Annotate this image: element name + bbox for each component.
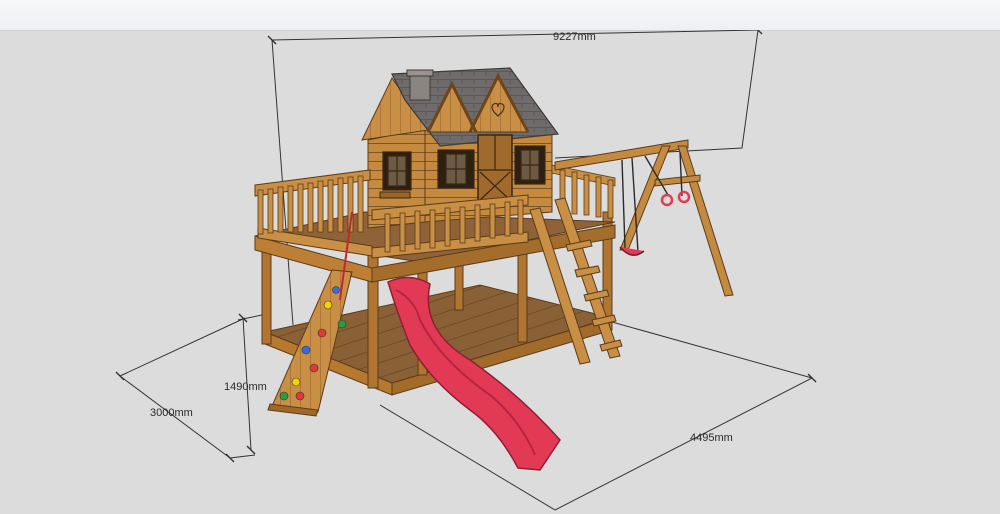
dimension-label-length: 4495mm (690, 432, 733, 444)
sketchup-viewport[interactable]: 9227mm 1490mm 3000mm 4495mm (0, 0, 1000, 514)
toolbar-strip (0, 0, 1000, 31)
dimension-label-height: 1490mm (224, 381, 267, 393)
gym-ring-right (677, 190, 691, 204)
swing-seat (619, 246, 645, 256)
cabin-windows (382, 145, 546, 191)
gym-ring-left (660, 193, 674, 207)
model-scene[interactable]: 9227mm 1490mm 3000mm 4495mm (0, 30, 1000, 514)
dimension-label-depth: 3000mm (150, 407, 193, 419)
dimension-label-width: 9227mm (553, 31, 596, 43)
